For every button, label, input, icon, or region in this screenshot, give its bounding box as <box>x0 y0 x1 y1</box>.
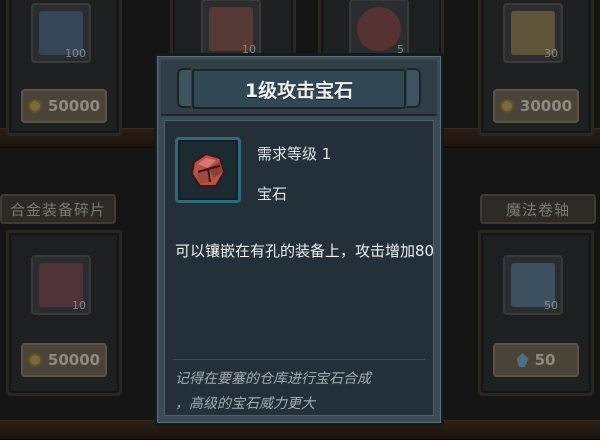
item-quantity: 50 <box>544 299 558 312</box>
title-plate: 1级攻击宝石 <box>192 69 406 109</box>
category-label: 魔法卷轴 <box>505 200 570 219</box>
header-ornament <box>407 68 421 108</box>
steak-icon <box>357 7 401 51</box>
buy-button[interactable]: 50000 <box>21 89 107 123</box>
item-quantity: 100 <box>65 47 86 60</box>
item-type: 宝石 <box>257 185 288 203</box>
header-ornament <box>177 68 191 108</box>
price-label: 50000 <box>47 351 101 369</box>
shop-item-card[interactable]: 10 50000 <box>6 230 122 396</box>
category-tab-alloy-fragments[interactable]: 合金装备碎片 <box>0 194 116 224</box>
gold-coin-icon <box>27 353 42 367</box>
buy-button[interactable]: 50 <box>493 343 579 377</box>
item-slot[interactable]: 100 <box>31 3 91 63</box>
shop-item-card[interactable]: 30 30000 <box>478 0 594 136</box>
item-quantity: 10 <box>72 299 86 312</box>
required-level: 需求等级 1 <box>257 145 332 163</box>
category-label: 合金装备碎片 <box>9 200 106 219</box>
tooltip-header: 1级攻击宝石 <box>161 60 437 116</box>
flavor-text: 记得在要塞的仓库进行宝石合成 ，高级的宝石威力更大 <box>175 367 437 417</box>
item-slot[interactable]: 30 <box>503 3 563 63</box>
item-description: 可以镶嵌在有孔的装备上，攻击增加80 <box>175 242 435 260</box>
item-slot[interactable]: 50 <box>503 255 563 315</box>
price-label: 50 <box>534 351 556 369</box>
item-tooltip: 1级攻击宝石 需求等级 1 宝石 可以镶嵌在有孔的装备上，攻击增加80 记得在要… <box>154 53 444 426</box>
flavor-line: ，高级的宝石威力更大 <box>175 396 315 412</box>
gold-coin-icon <box>27 99 42 113</box>
price-label: 50000 <box>47 97 101 115</box>
divider <box>173 359 425 360</box>
price-label: 30000 <box>519 97 573 115</box>
item-slot[interactable]: 5 <box>349 0 409 59</box>
buy-button[interactable]: 50000 <box>21 343 107 377</box>
gem-icon <box>516 353 529 367</box>
buy-button[interactable]: 30000 <box>493 89 579 123</box>
red-attack-gem-icon <box>190 152 226 187</box>
item-title: 1级攻击宝石 <box>244 79 354 102</box>
flavor-line: 记得在要塞的仓库进行宝石合成 <box>175 371 371 387</box>
item-quantity: 30 <box>544 47 558 60</box>
item-slot[interactable]: 10 <box>201 0 261 59</box>
shop-item-card[interactable]: 50 50 <box>478 230 594 396</box>
tooltip-body: 需求等级 1 宝石 可以镶嵌在有孔的装备上，攻击增加80 记得在要塞的仓库进行宝… <box>164 120 434 416</box>
gold-coin-icon <box>499 99 514 113</box>
category-tab-magic-scrolls[interactable]: 魔法卷轴 <box>480 194 596 224</box>
item-icon-frame <box>175 137 241 203</box>
shop-item-card[interactable]: 100 50000 <box>6 0 122 136</box>
item-slot[interactable]: 10 <box>31 255 91 315</box>
